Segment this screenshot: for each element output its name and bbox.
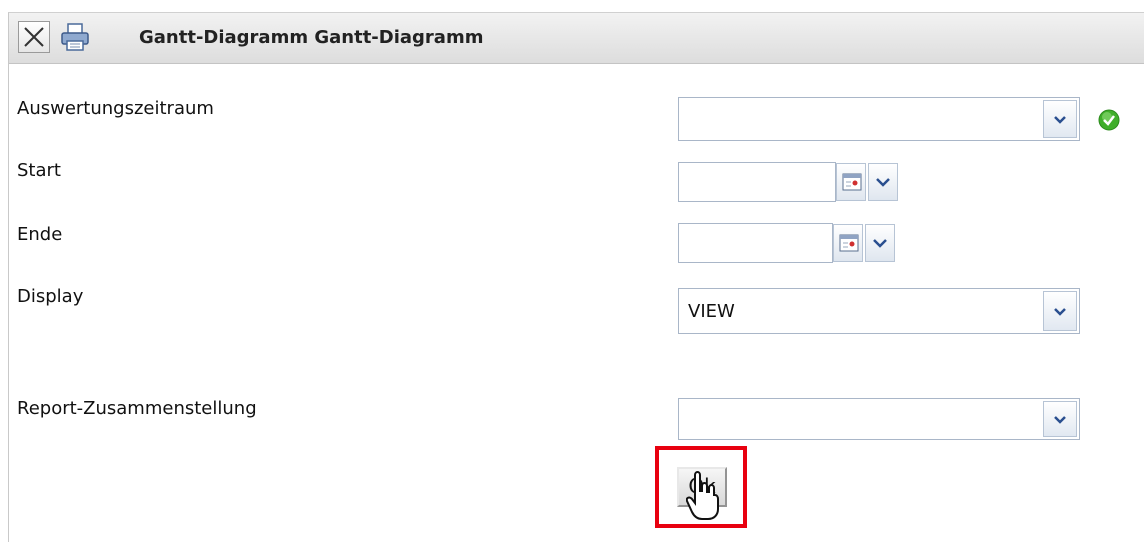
ende-dropdown-button[interactable] (865, 224, 895, 262)
report-label: Report-Zusammenstellung (17, 398, 257, 419)
chevron-down-icon (876, 178, 890, 187)
ende-label: Ende (17, 224, 63, 245)
display-select[interactable]: VIEW (678, 288, 1080, 334)
dialog-title: Gantt-Diagramm Gantt-Diagramm (139, 27, 484, 48)
check-circle-icon (1098, 109, 1120, 131)
start-label: Start (17, 160, 61, 181)
close-button[interactable] (18, 21, 50, 53)
auswertungszeitraum-label: Auswertungszeitraum (17, 98, 214, 119)
calendar-icon (842, 173, 862, 191)
chevron-down-icon (873, 239, 887, 248)
ende-calendar-button[interactable] (833, 224, 863, 262)
printer-icon (61, 23, 89, 51)
report-dropdown-button[interactable] (1043, 401, 1077, 437)
display-value: VIEW (688, 301, 735, 322)
auswertungszeitraum-dropdown-button[interactable] (1043, 100, 1077, 138)
ende-date-input[interactable] (678, 223, 833, 263)
start-dropdown-button[interactable] (868, 163, 898, 201)
start-calendar-button[interactable] (836, 163, 866, 201)
chevron-down-icon (1054, 416, 1066, 424)
hand-cursor-icon (686, 471, 719, 520)
close-icon (24, 27, 44, 47)
report-select[interactable] (678, 398, 1080, 440)
calendar-icon (839, 234, 859, 252)
display-label: Display (17, 286, 84, 307)
title-bar: Gantt-Diagramm Gantt-Diagramm (9, 13, 1144, 64)
print-button[interactable] (58, 21, 92, 53)
chevron-down-icon (1054, 116, 1066, 124)
auswertungszeitraum-select[interactable] (678, 97, 1080, 141)
gantt-dialog: Gantt-Diagramm Gantt-Diagramm (8, 12, 1144, 542)
chevron-down-icon (1054, 308, 1066, 316)
start-date-input[interactable] (678, 162, 836, 202)
display-dropdown-button[interactable] (1043, 291, 1077, 331)
